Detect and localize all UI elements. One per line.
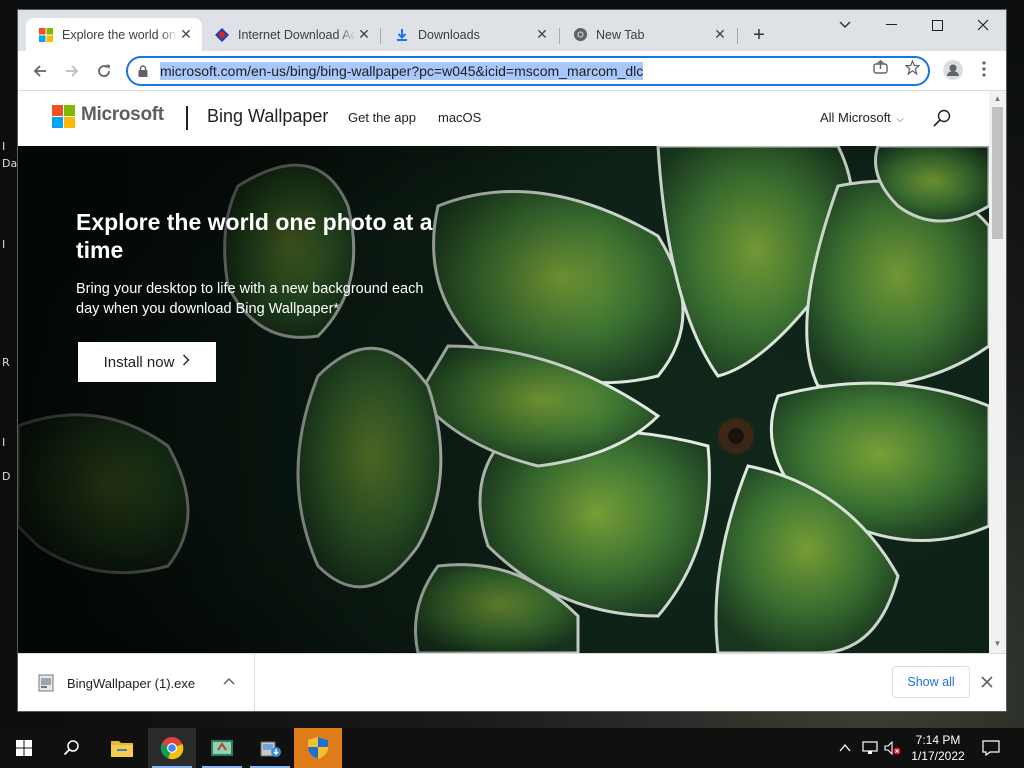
show-hidden-icons-chevron-icon[interactable] xyxy=(838,728,852,768)
chevron-down-icon: ⌵ xyxy=(896,114,905,125)
all-microsoft-label: All Microsoft xyxy=(820,110,891,125)
menu-kebab-icon[interactable] xyxy=(974,59,994,79)
page-viewport: Microsoft Bing Wallpaper Get the app mac… xyxy=(18,91,989,653)
desktop-icon-4[interactable]: I xyxy=(2,436,5,449)
tab-separator xyxy=(737,28,738,44)
close-window-icon[interactable] xyxy=(960,10,1006,40)
site-header: Microsoft Bing Wallpaper Get the app mac… xyxy=(18,91,989,146)
maximize-icon[interactable] xyxy=(914,10,960,40)
clock-date: 1/17/2022 xyxy=(911,749,965,763)
tab-downloads[interactable]: Downloads ✕ xyxy=(382,18,558,51)
hero-subtitle: Bring your desktop to life with a new ba… xyxy=(76,281,424,317)
system-clock[interactable]: 7:14 PM 1/17/2022 xyxy=(906,732,970,764)
chevron-up-icon[interactable] xyxy=(223,674,235,688)
tab-title: Downloads xyxy=(418,27,480,42)
tab-strip: Explore the world one photo at a time ✕ … xyxy=(18,10,1006,51)
nav-get-the-app[interactable]: Get the app xyxy=(348,110,416,125)
taskbar: 7:14 PM 1/17/2022 xyxy=(0,728,1024,768)
minimize-icon[interactable] xyxy=(868,10,914,40)
download-shelf: BingWallpaper (1).exe Show all xyxy=(18,653,1006,711)
taskbar-search-icon[interactable] xyxy=(48,728,96,768)
share-icon[interactable] xyxy=(870,57,890,77)
tab-separator xyxy=(380,28,381,44)
forward-arrow-icon[interactable] xyxy=(58,57,86,85)
url-text[interactable]: microsoft.com/en-us/bing/bing-wallpaper?… xyxy=(160,62,644,80)
new-tab-plus-icon[interactable]: + xyxy=(748,24,770,46)
install-now-button[interactable]: Install now xyxy=(78,342,216,382)
microsoft-logo-icon[interactable] xyxy=(52,105,75,128)
brand-name[interactable]: Microsoft xyxy=(81,104,164,126)
download-accelerator-taskbar-icon[interactable] xyxy=(198,728,246,768)
download-file-name: BingWallpaper (1).exe xyxy=(67,676,196,691)
tab-close-icon[interactable]: ✕ xyxy=(356,26,372,43)
download-icon xyxy=(394,27,410,43)
desktop-icon-3[interactable]: R xyxy=(2,356,10,369)
exe-file-icon xyxy=(38,674,54,692)
hero-title: Explore the world one photo at a time xyxy=(76,209,433,263)
lock-icon[interactable] xyxy=(138,65,152,77)
volume-muted-icon[interactable] xyxy=(884,728,902,768)
product-title[interactable]: Bing Wallpaper xyxy=(207,106,328,127)
tab-close-icon[interactable]: ✕ xyxy=(712,26,728,43)
tab-new-tab[interactable]: New Tab ✕ xyxy=(560,18,736,51)
desktop-icon-label-4: D xyxy=(2,470,11,483)
browser-window: Explore the world one photo at a time ✕ … xyxy=(18,10,1006,711)
search-icon[interactable] xyxy=(932,108,952,128)
uac-shield-taskbar-icon[interactable] xyxy=(294,728,342,768)
clock-time: 7:14 PM xyxy=(915,733,961,747)
tab-title: New Tab xyxy=(596,27,645,42)
tab-close-icon[interactable]: ✕ xyxy=(178,26,194,43)
installer-taskbar-icon[interactable] xyxy=(246,728,294,768)
page-scrollbar[interactable]: ▲ ▼ xyxy=(989,91,1006,653)
all-microsoft-menu[interactable]: All Microsoft ⌵ xyxy=(820,110,904,125)
desktop-icon-2[interactable]: I xyxy=(2,238,5,251)
download-item[interactable]: BingWallpaper (1).exe xyxy=(18,654,255,711)
chevron-right-icon xyxy=(182,353,190,371)
ida-icon xyxy=(214,27,230,43)
profile-avatar-icon[interactable] xyxy=(942,59,964,81)
bookmark-star-icon[interactable] xyxy=(902,57,922,77)
notification-center-icon[interactable] xyxy=(982,728,1000,768)
tab-title: Internet Download Accelerator xyxy=(238,27,356,42)
tab-explore-the-world[interactable]: Explore the world one photo at a time ✕ xyxy=(26,18,202,51)
desktop-icon-label-1: Da xyxy=(2,157,18,170)
scroll-thumb[interactable] xyxy=(992,107,1003,239)
microsoft-logo-icon xyxy=(38,27,54,43)
scroll-up-icon[interactable]: ▲ xyxy=(993,94,1002,103)
desktop-icon-1[interactable]: I xyxy=(2,140,5,153)
scroll-down-icon[interactable]: ▼ xyxy=(993,639,1002,648)
nav-macos[interactable]: macOS xyxy=(438,110,481,125)
chrome-icon xyxy=(572,27,588,43)
tab-search-chevron-icon[interactable] xyxy=(822,10,868,40)
browser-toolbar: microsoft.com/en-us/bing/bing-wallpaper?… xyxy=(18,51,1006,91)
tab-title: Explore the world one photo at a time xyxy=(62,27,178,42)
close-shelf-icon[interactable] xyxy=(977,672,997,692)
back-arrow-icon[interactable] xyxy=(26,57,54,85)
tab-internet-download-accelerator[interactable]: Internet Download Accelerator ✕ xyxy=(202,18,380,51)
tab-close-icon[interactable]: ✕ xyxy=(534,26,550,43)
install-now-label: Install now xyxy=(103,353,175,371)
file-explorer-icon[interactable] xyxy=(98,728,146,768)
show-all-button[interactable]: Show all xyxy=(892,666,970,698)
address-bar[interactable]: microsoft.com/en-us/bing/bing-wallpaper?… xyxy=(126,56,930,86)
header-divider xyxy=(186,106,188,130)
hero-banner: Explore the world one photo at a time Br… xyxy=(18,146,989,653)
windows-start-icon[interactable] xyxy=(0,728,48,768)
reload-icon[interactable] xyxy=(90,57,118,85)
network-icon[interactable] xyxy=(862,728,880,768)
chrome-taskbar-icon[interactable] xyxy=(148,728,196,768)
